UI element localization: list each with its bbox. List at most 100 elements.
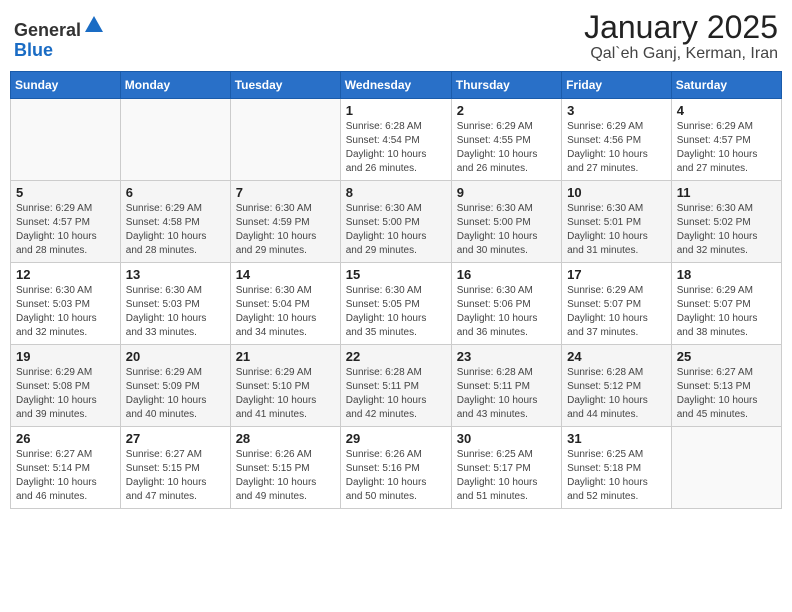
calendar-cell: 16 Sunrise: 6:30 AM Sunset: 5:06 PM Dayli…	[451, 263, 561, 345]
day-number: 7	[236, 185, 335, 200]
day-info: Sunrise: 6:28 AM Sunset: 5:12 PM Dayligh…	[567, 366, 666, 422]
calendar-cell: 14 Sunrise: 6:30 AM Sunset: 5:04 PM Dayli…	[230, 263, 340, 345]
day-info: Sunrise: 6:28 AM Sunset: 5:11 PM Dayligh…	[457, 366, 556, 422]
week-row-1: 1Sunrise: 6:28 AM Sunset: 4:54 PM Daylig…	[11, 99, 782, 181]
day-info: Sunrise: 6:29 AM Sunset: 5:09 PM Dayligh…	[126, 366, 225, 422]
day-number: 27	[126, 431, 225, 446]
day-number: 19	[16, 349, 115, 364]
calendar-cell: 22 Sunrise: 6:28 AM Sunset: 5:11 PM Dayli…	[340, 345, 451, 427]
calendar-cell: 18 Sunrise: 6:29 AM Sunset: 5:07 PM Dayli…	[671, 263, 781, 345]
calendar-cell: 5Sunrise: 6:29 AM Sunset: 4:57 PM Daylig…	[11, 181, 121, 263]
day-number: 29	[346, 431, 446, 446]
calendar-cell: 31 Sunrise: 6:25 AM Sunset: 5:18 PM Dayli…	[562, 427, 672, 509]
day-number: 15	[346, 267, 446, 282]
calendar-cell	[230, 99, 340, 181]
calendar-cell: 24 Sunrise: 6:28 AM Sunset: 5:12 PM Dayli…	[562, 345, 672, 427]
day-number: 30	[457, 431, 556, 446]
day-number: 16	[457, 267, 556, 282]
weekday-header-sunday: Sunday	[11, 72, 121, 99]
day-number: 24	[567, 349, 666, 364]
location-subtitle: Qal`eh Ganj, Kerman, Iran	[584, 45, 778, 63]
calendar-cell: 13 Sunrise: 6:30 AM Sunset: 5:03 PM Dayli…	[120, 263, 230, 345]
weekday-header-row: SundayMondayTuesdayWednesdayThursdayFrid…	[11, 72, 782, 99]
calendar-cell: 15 Sunrise: 6:30 AM Sunset: 5:05 PM Dayli…	[340, 263, 451, 345]
calendar-cell: 21 Sunrise: 6:29 AM Sunset: 5:10 PM Dayli…	[230, 345, 340, 427]
day-info: Sunrise: 6:30 AM Sunset: 5:05 PM Dayligh…	[346, 284, 446, 340]
calendar-cell: 27 Sunrise: 6:27 AM Sunset: 5:15 PM Dayli…	[120, 427, 230, 509]
day-info: Sunrise: 6:25 AM Sunset: 5:18 PM Dayligh…	[567, 448, 666, 504]
day-number: 22	[346, 349, 446, 364]
calendar-cell	[120, 99, 230, 181]
calendar-cell: 7 Sunrise: 6:30 AM Sunset: 4:59 PM Daylig…	[230, 181, 340, 263]
day-number: 3	[567, 103, 666, 118]
day-info: Sunrise: 6:30 AM Sunset: 5:00 PM Dayligh…	[346, 202, 446, 258]
day-info: Sunrise: 6:29 AM Sunset: 4:57 PM Dayligh…	[677, 120, 776, 176]
page-header: General Blue January 2025 Qal`eh Ganj, K…	[10, 10, 782, 63]
weekday-header-thursday: Thursday	[451, 72, 561, 99]
day-number: 2	[457, 103, 556, 118]
day-info: Sunrise: 6:26 AM Sunset: 5:16 PM Dayligh…	[346, 448, 446, 504]
weekday-header-monday: Monday	[120, 72, 230, 99]
day-number: 13	[126, 267, 225, 282]
logo-icon	[83, 14, 105, 36]
calendar-cell: 30 Sunrise: 6:25 AM Sunset: 5:17 PM Dayli…	[451, 427, 561, 509]
calendar-cell: 4 Sunrise: 6:29 AM Sunset: 4:57 PM Daylig…	[671, 99, 781, 181]
day-number: 14	[236, 267, 335, 282]
day-info: Sunrise: 6:30 AM Sunset: 4:59 PM Dayligh…	[236, 202, 335, 258]
logo-blue-text: Blue	[14, 40, 53, 60]
calendar-cell: 9 Sunrise: 6:30 AM Sunset: 5:00 PM Daylig…	[451, 181, 561, 263]
weekday-header-wednesday: Wednesday	[340, 72, 451, 99]
day-number: 6	[126, 185, 225, 200]
day-number: 28	[236, 431, 335, 446]
calendar-cell: 2 Sunrise: 6:29 AM Sunset: 4:55 PM Daylig…	[451, 99, 561, 181]
day-info: Sunrise: 6:30 AM Sunset: 5:06 PM Dayligh…	[457, 284, 556, 340]
day-info: Sunrise: 6:29 AM Sunset: 4:55 PM Dayligh…	[457, 120, 556, 176]
day-info: Sunrise: 6:29 AM Sunset: 5:07 PM Dayligh…	[677, 284, 776, 340]
calendar-table: SundayMondayTuesdayWednesdayThursdayFrid…	[10, 71, 782, 509]
calendar-cell: 17 Sunrise: 6:29 AM Sunset: 5:07 PM Dayli…	[562, 263, 672, 345]
day-number: 25	[677, 349, 776, 364]
day-number: 4	[677, 103, 776, 118]
calendar-cell: 11Sunrise: 6:30 AM Sunset: 5:02 PM Dayli…	[671, 181, 781, 263]
day-number: 20	[126, 349, 225, 364]
calendar-cell: 20 Sunrise: 6:29 AM Sunset: 5:09 PM Dayli…	[120, 345, 230, 427]
day-info: Sunrise: 6:28 AM Sunset: 4:54 PM Dayligh…	[346, 120, 446, 176]
day-info: Sunrise: 6:29 AM Sunset: 5:07 PM Dayligh…	[567, 284, 666, 340]
day-info: Sunrise: 6:30 AM Sunset: 5:03 PM Dayligh…	[126, 284, 225, 340]
day-info: Sunrise: 6:29 AM Sunset: 5:10 PM Dayligh…	[236, 366, 335, 422]
day-number: 8	[346, 185, 446, 200]
calendar-cell: 26Sunrise: 6:27 AM Sunset: 5:14 PM Dayli…	[11, 427, 121, 509]
calendar-cell: 1Sunrise: 6:28 AM Sunset: 4:54 PM Daylig…	[340, 99, 451, 181]
day-number: 9	[457, 185, 556, 200]
calendar-cell: 10Sunrise: 6:30 AM Sunset: 5:01 PM Dayli…	[562, 181, 672, 263]
day-info: Sunrise: 6:30 AM Sunset: 5:00 PM Dayligh…	[457, 202, 556, 258]
calendar-cell: 6 Sunrise: 6:29 AM Sunset: 4:58 PM Daylig…	[120, 181, 230, 263]
day-info: Sunrise: 6:28 AM Sunset: 5:11 PM Dayligh…	[346, 366, 446, 422]
calendar-cell: 29 Sunrise: 6:26 AM Sunset: 5:16 PM Dayli…	[340, 427, 451, 509]
day-info: Sunrise: 6:29 AM Sunset: 4:56 PM Dayligh…	[567, 120, 666, 176]
week-row-3: 12 Sunrise: 6:30 AM Sunset: 5:03 PM Dayli…	[11, 263, 782, 345]
week-row-5: 26Sunrise: 6:27 AM Sunset: 5:14 PM Dayli…	[11, 427, 782, 509]
weekday-header-saturday: Saturday	[671, 72, 781, 99]
day-info: Sunrise: 6:27 AM Sunset: 5:15 PM Dayligh…	[126, 448, 225, 504]
day-info: Sunrise: 6:29 AM Sunset: 4:57 PM Dayligh…	[16, 202, 115, 258]
day-number: 31	[567, 431, 666, 446]
weekday-header-tuesday: Tuesday	[230, 72, 340, 99]
day-number: 12	[16, 267, 115, 282]
day-info: Sunrise: 6:30 AM Sunset: 5:04 PM Dayligh…	[236, 284, 335, 340]
calendar-cell	[11, 99, 121, 181]
day-number: 17	[567, 267, 666, 282]
day-info: Sunrise: 6:29 AM Sunset: 5:08 PM Dayligh…	[16, 366, 115, 422]
day-info: Sunrise: 6:29 AM Sunset: 4:58 PM Dayligh…	[126, 202, 225, 258]
weekday-header-friday: Friday	[562, 72, 672, 99]
logo: General Blue	[14, 14, 105, 61]
calendar-cell	[671, 427, 781, 509]
week-row-4: 19 Sunrise: 6:29 AM Sunset: 5:08 PM Dayli…	[11, 345, 782, 427]
day-info: Sunrise: 6:25 AM Sunset: 5:17 PM Dayligh…	[457, 448, 556, 504]
day-number: 11	[677, 185, 776, 200]
calendar-cell: 23Sunrise: 6:28 AM Sunset: 5:11 PM Dayli…	[451, 345, 561, 427]
calendar-cell: 25Sunrise: 6:27 AM Sunset: 5:13 PM Dayli…	[671, 345, 781, 427]
day-info: Sunrise: 6:26 AM Sunset: 5:15 PM Dayligh…	[236, 448, 335, 504]
day-number: 21	[236, 349, 335, 364]
day-number: 18	[677, 267, 776, 282]
